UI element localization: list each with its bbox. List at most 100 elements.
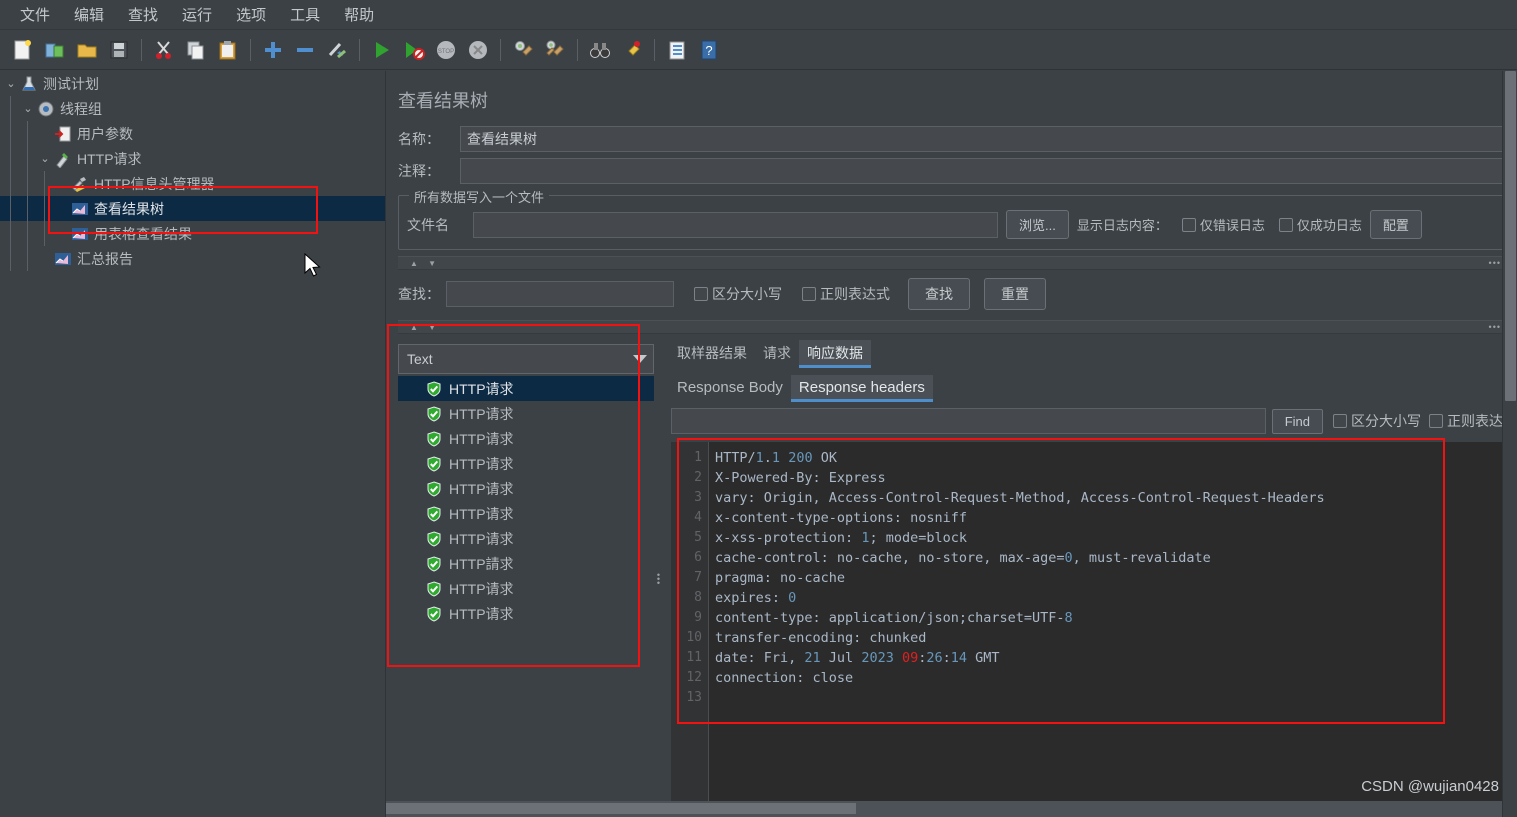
configure-button[interactable]: 配置 [1369,210,1422,239]
stop-icon[interactable]: STOP [431,35,461,65]
tree-node-label: 用户参数 [77,125,133,142]
tree-node-1[interactable]: ⌄ 线程组 [0,96,385,121]
tree-node-5[interactable]: 查看结果树 [0,196,385,221]
search-input[interactable] [446,281,674,307]
line-number: 6 [694,550,702,565]
response-regex-box[interactable] [1429,414,1443,428]
result-item[interactable]: HTTP请求 [398,576,654,601]
result-item-label: HTTP请求 [449,530,514,547]
result-item[interactable]: HTTP請求 [398,551,654,576]
bottom-hscroll-thumb[interactable] [386,803,856,814]
shutdown-icon[interactable] [463,35,493,65]
tab-0[interactable]: 取样器结果 [669,340,755,368]
search-label: 查找： [398,286,440,302]
result-item[interactable]: HTTP请求 [398,451,654,476]
tree-node-label: 线程组 [60,100,102,117]
right-vscroll-thumb[interactable] [1505,71,1516,401]
more-options-icon[interactable]: ••• [1489,258,1501,268]
menu-run[interactable]: 运行 [170,0,224,29]
result-item[interactable]: HTTP请求 [398,501,654,526]
menu-tools[interactable]: 工具 [278,0,332,29]
response-find-input[interactable] [671,408,1266,434]
results-list-pane: Text HTTP请求 HTTP请求 HTTP请求 HTTP请求 HTTP请求 HTTP请… [398,340,654,817]
right-vertical-scrollbar[interactable] [1502,71,1517,817]
tree-node-3[interactable]: ⌄ HTTP请求 [0,146,385,171]
search-case-sensitive-box[interactable] [694,287,708,301]
clear-all-icon[interactable] [540,35,570,65]
help-icon[interactable]: ? [694,35,724,65]
filename-input[interactable] [473,211,998,238]
chevron-down-icon[interactable]: ⌄ [36,152,54,165]
renderer-dropdown[interactable]: Text [398,344,654,374]
menu-search[interactable]: 查找 [116,0,170,29]
result-item[interactable]: HTTP请求 [398,401,654,426]
response-headers-viewer[interactable]: 1 2 3 4 5 6 7 8 9 10 11 12 13 HTTP/1.1 200 OK X-Power… [671,442,1517,817]
menu-edit[interactable]: 编辑 [62,0,116,29]
function-helper-icon[interactable] [662,35,692,65]
tree-node-7[interactable]: 汇总报告 [0,246,385,271]
toggle-icon[interactable] [322,35,352,65]
test-plan-tree[interactable]: ⌄ 测试计划 ⌄ 线程组 用户参数 ⌄ HTTP请求 HTTP信息头管理器 查看结果树 用表格查看… [0,71,386,817]
cut-icon[interactable] [149,35,179,65]
tab-1[interactable]: 请求 [755,340,799,368]
menu-options[interactable]: 选项 [224,0,278,29]
menu-help[interactable]: 帮助 [332,0,386,29]
success-only-checkbox-box[interactable] [1278,217,1293,232]
open-folder-icon[interactable] [72,35,102,65]
result-item[interactable]: HTTP请求 [398,526,654,551]
errors-only-checkbox-box[interactable] [1181,217,1196,232]
response-case-sensitive-checkbox[interactable]: 区分大小写 [1333,411,1421,431]
collapse-arrows-icon[interactable]: ▲ ▼ [410,259,440,268]
new-file-icon[interactable] [8,35,38,65]
result-item[interactable]: HTTP请求 [398,426,654,451]
tab-2[interactable]: 响应数据 [799,340,871,368]
search-reset-button[interactable]: 重置 [984,278,1046,310]
response-find-button[interactable]: Find [1271,408,1323,434]
browse-button[interactable]: 浏览... [1006,210,1069,239]
search-binoculars-icon[interactable] [585,35,615,65]
tree-node-4[interactable]: HTTP信息头管理器 [0,171,385,196]
collapse-bar-top[interactable]: ▲ ▼ ••• [398,256,1509,270]
search-regex-box[interactable] [802,287,816,301]
sampler-result-list[interactable]: HTTP请求 HTTP请求 HTTP请求 HTTP请求 HTTP请求 HTTP请求 HTTP… [398,376,654,817]
start-icon[interactable] [367,35,397,65]
search-regex-checkbox[interactable]: 正则表达式 [802,284,890,304]
subtab-1[interactable]: Response headers [790,375,933,402]
name-input[interactable] [460,126,1507,152]
chevron-down-icon[interactable]: ⌄ [2,77,20,90]
collapse-arrows-results-icon[interactable]: ▲ ▼ [410,323,440,332]
success-only-checkbox[interactable]: 仅成功日志 [1278,215,1362,234]
result-item[interactable]: HTTP请求 [398,476,654,501]
tree-node-0[interactable]: ⌄ 测试计划 [0,71,385,96]
jmeter-window: 文件 编辑 查找 运行 选项 工具 帮助 STOP? ⌄ 测试计划 ⌄ 线程组 用户参数 ⌄ HTTP请… [0,0,1517,817]
tree-node-6[interactable]: 用表格查看结果 [0,221,385,246]
search-find-button[interactable]: 查找 [908,278,970,310]
start-no-pauses-icon[interactable] [399,35,429,65]
chevron-down-icon[interactable] [633,355,647,363]
chevron-down-icon[interactable]: ⌄ [19,102,37,115]
search-case-sensitive-checkbox[interactable]: 区分大小写 [694,284,782,304]
splitter-handle-icon[interactable]: • • • [657,570,660,587]
copy-icon[interactable] [181,35,211,65]
response-case-sensitive-box[interactable] [1333,414,1347,428]
subtab-0[interactable]: Response Body [669,375,791,402]
results-splitter[interactable]: • • • [654,340,663,817]
errors-only-checkbox[interactable]: 仅错误日志 [1181,215,1265,234]
tree-guide [44,171,45,196]
expand-all-icon[interactable] [258,35,288,65]
bottom-horizontal-scrollbar[interactable] [386,801,1517,817]
response-headers-text[interactable]: HTTP/1.1 200 OK X-Powered-By: Express vary… [709,442,1517,817]
collapse-all-icon[interactable] [290,35,320,65]
result-item[interactable]: HTTP请求 [398,376,654,401]
search-reset-icon[interactable] [617,35,647,65]
open-templates-icon[interactable] [40,35,70,65]
more-options-results-icon[interactable]: ••• [1489,322,1501,332]
collapse-bar-results[interactable]: ▲ ▼ ••• [398,320,1509,334]
result-item[interactable]: HTTP请求 [398,601,654,626]
tree-node-2[interactable]: 用户参数 [0,121,385,146]
paste-icon[interactable] [213,35,243,65]
menu-file[interactable]: 文件 [8,0,62,29]
comment-input[interactable] [460,158,1507,184]
clear-icon[interactable] [508,35,538,65]
save-icon[interactable] [104,35,134,65]
